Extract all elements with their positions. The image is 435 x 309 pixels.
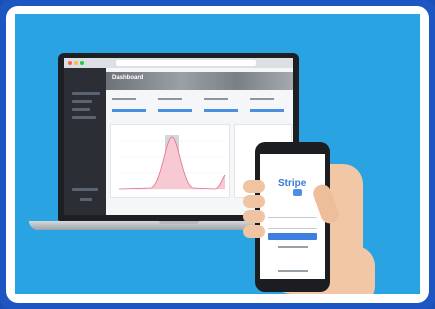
login-button[interactable] [268, 233, 317, 240]
area-chart [118, 135, 226, 190]
chart-panel [110, 124, 230, 198]
minimize-dot-icon [74, 61, 78, 65]
forgot-password-link[interactable] [278, 246, 308, 248]
app-logo: Stripe [278, 178, 307, 189]
stat-card [112, 96, 152, 118]
password-field[interactable] [268, 221, 317, 229]
browser-toolbar [64, 58, 293, 68]
email-field[interactable] [268, 210, 317, 218]
sidebar-item [72, 100, 92, 103]
close-dot-icon [68, 61, 72, 65]
laptop-notch [159, 221, 199, 224]
stat-card [158, 96, 198, 118]
footer-text [278, 270, 308, 272]
dashboard-sidebar [64, 68, 106, 215]
app-logo-badge [293, 189, 303, 196]
dashboard-header: Dashboard [106, 72, 293, 90]
phone-screen: Stripe [260, 154, 325, 279]
sidebar-item [80, 198, 92, 201]
fingers [243, 180, 265, 250]
page-title: Dashboard [112, 75, 144, 81]
url-bar [116, 60, 256, 66]
sidebar-item [72, 108, 90, 111]
sidebar-item [72, 116, 96, 119]
maximize-dot-icon [80, 61, 84, 65]
stat-card [204, 96, 244, 118]
stat-card [250, 96, 290, 118]
promo-image: Dashboard Stripe [15, 14, 420, 294]
sidebar-item [72, 188, 98, 191]
sidebar-item [72, 92, 100, 95]
